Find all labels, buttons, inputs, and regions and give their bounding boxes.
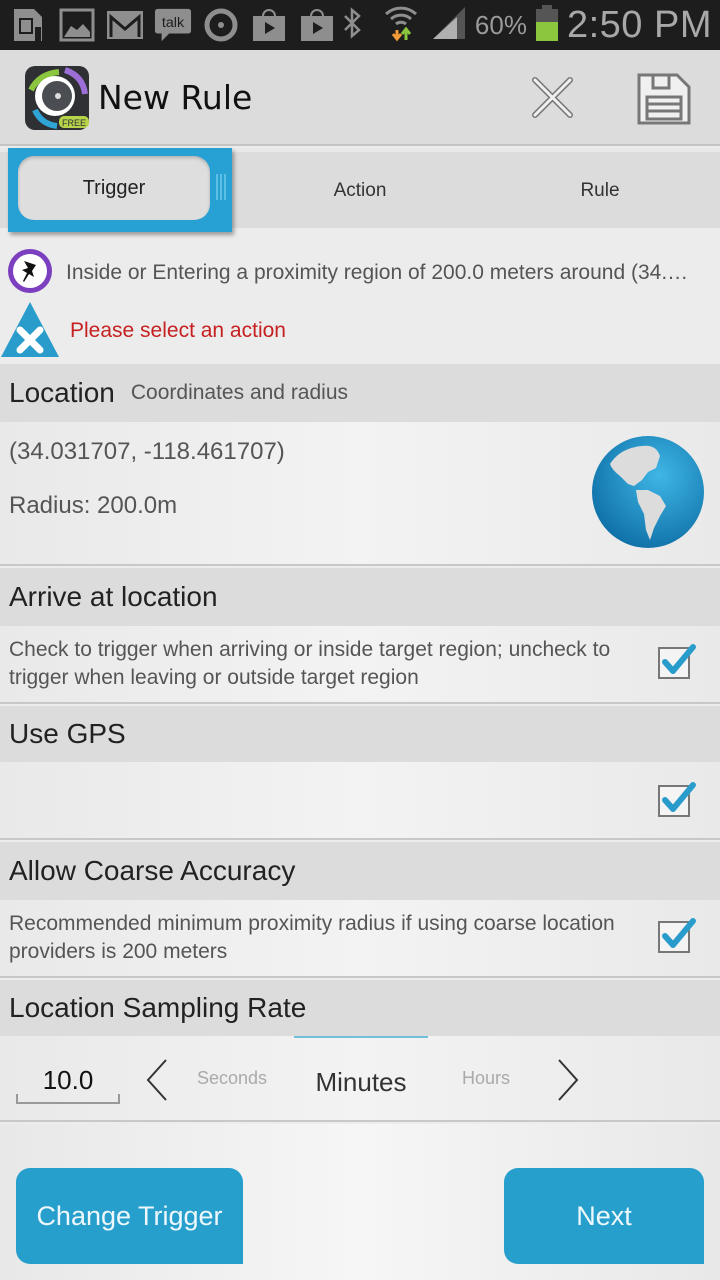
free-badge: FREE: [62, 118, 86, 128]
signal-icon: [431, 5, 467, 46]
globe-map-button[interactable]: [590, 434, 706, 550]
unit-minutes-selected[interactable]: Minutes: [294, 1036, 428, 1110]
close-icon: [532, 77, 573, 118]
location-subtitle: Coordinates and radius: [130, 381, 349, 404]
error-warning-icon: [0, 300, 60, 363]
unit-next-button[interactable]: [555, 1058, 581, 1102]
app-logo-icon[interactable]: FREE: [25, 66, 89, 130]
wifi-icon: [383, 4, 419, 47]
input-underline: [16, 1094, 120, 1104]
gps-row[interactable]: [0, 762, 720, 840]
globe-icon: [592, 436, 704, 548]
drag-handle-icon: [216, 174, 226, 200]
gmail-icon: [106, 7, 144, 43]
checkmark-icon: [658, 782, 696, 817]
arrive-row[interactable]: Check to trigger when arriving or inside…: [0, 626, 720, 704]
save-icon: [637, 73, 691, 125]
location-section[interactable]: (34.031707, -118.461707) Radius: 200.0m: [0, 422, 720, 566]
circle-app-icon: [202, 7, 240, 43]
action-bar: FREE New Rule: [0, 50, 720, 146]
unit-prev-button[interactable]: [144, 1058, 170, 1102]
tab-trigger[interactable]: Trigger: [8, 148, 232, 232]
tab-trigger-label: Trigger: [18, 156, 210, 220]
arrive-header: Arrive at location: [0, 568, 720, 626]
gps-title: Use GPS: [9, 718, 126, 749]
trigger-summary[interactable]: Inside or Entering a proximity region of…: [0, 248, 720, 298]
error-message: Please select an action: [70, 319, 286, 342]
next-button[interactable]: Next: [504, 1168, 704, 1264]
sampling-row: Seconds Minutes Hours: [0, 1036, 720, 1122]
location-header: Location Coordinates and radius: [0, 364, 720, 422]
coarse-description: Recommended minimum proximity radius if …: [9, 912, 615, 963]
tab-rule-label: Rule: [580, 180, 620, 201]
action-error: Please select an action: [0, 300, 720, 363]
coarse-header: Allow Coarse Accuracy: [0, 842, 720, 900]
sim-card-icon: [10, 7, 48, 43]
location-title: Location: [9, 377, 115, 408]
coarse-title: Allow Coarse Accuracy: [9, 855, 296, 886]
gps-checkbox[interactable]: [657, 782, 697, 818]
arrive-title: Arrive at location: [9, 581, 218, 612]
close-button[interactable]: [525, 70, 580, 125]
battery-icon: [535, 4, 559, 47]
unit-minutes-label: Minutes: [315, 1066, 407, 1097]
arrive-description: Check to trigger when arriving or inside…: [9, 638, 611, 689]
chevron-left-icon: [146, 1059, 167, 1101]
arrive-checkbox[interactable]: [657, 644, 697, 680]
gallery-icon: [58, 7, 96, 43]
bluetooth-icon: [341, 6, 363, 44]
pushpin-icon: [6, 247, 54, 300]
checkmark-icon: [658, 644, 696, 679]
tab-bar: Trigger Action Rule: [0, 148, 720, 232]
unit-seconds[interactable]: Seconds: [197, 1068, 267, 1089]
chevron-right-icon: [558, 1059, 579, 1101]
page-title: New Rule: [98, 78, 253, 117]
clock: 2:50 PM: [566, 3, 712, 46]
checkmark-icon: [658, 918, 696, 953]
coarse-row[interactable]: Recommended minimum proximity radius if …: [0, 900, 720, 978]
tab-action[interactable]: Action: [240, 152, 480, 230]
sampling-header: Location Sampling Rate: [0, 980, 720, 1036]
talk-icon: talk: [154, 7, 192, 43]
radius-text: Radius: 200.0m: [9, 492, 178, 519]
tab-rule[interactable]: Rule: [480, 152, 720, 230]
talk-label: talk: [162, 15, 185, 31]
play-store-icon: [250, 7, 288, 43]
status-bar: talk 60% 2:50 PM: [0, 0, 720, 50]
tab-action-label: Action: [333, 180, 387, 201]
gps-header: Use GPS: [0, 706, 720, 762]
save-button[interactable]: [636, 72, 692, 126]
coordinates-text: (34.031707, -118.461707): [9, 438, 285, 465]
change-trigger-button[interactable]: Change Trigger: [16, 1168, 243, 1264]
trigger-summary-text: Inside or Entering a proximity region of…: [66, 261, 696, 284]
unit-hours[interactable]: Hours: [462, 1068, 510, 1089]
battery-percent: 60%: [474, 9, 527, 40]
sampling-title: Location Sampling Rate: [9, 992, 307, 1023]
coarse-checkbox[interactable]: [657, 918, 697, 954]
play-store-icon: [298, 7, 336, 43]
